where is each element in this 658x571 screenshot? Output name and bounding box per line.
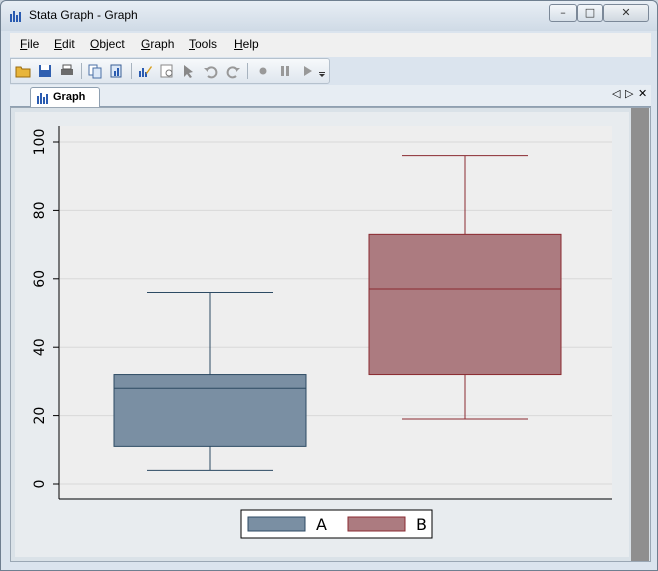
window-title: Stata Graph - Graph <box>29 8 138 22</box>
y-tick-label: 0 <box>32 480 48 489</box>
legend-swatch <box>247 516 306 532</box>
title-bar[interactable]: Stata Graph - Graph – □ ✕ <box>1 1 657 31</box>
legend: AB <box>240 509 433 539</box>
legend-label: B <box>416 515 427 534</box>
undo-icon[interactable] <box>203 63 219 79</box>
y-tick-label: 100 <box>32 129 48 156</box>
pointer-icon[interactable] <box>181 63 197 79</box>
play-icon[interactable] <box>299 63 315 79</box>
tab-graph[interactable]: Graph <box>30 87 100 108</box>
menu-help[interactable]: Help <box>234 37 259 51</box>
box-plot-chart: 020406080100 AB <box>15 112 629 557</box>
copy-icon[interactable] <box>87 63 103 79</box>
graph-window: Stata Graph - Graph – □ ✕ File Edit Obje… <box>0 0 658 571</box>
stata-graph-icon <box>10 11 21 22</box>
graph-editor-icon[interactable] <box>137 63 153 79</box>
menu-file[interactable]: File <box>20 37 39 51</box>
y-tick-label: 60 <box>32 270 48 288</box>
save-icon[interactable] <box>37 63 53 79</box>
redo-icon[interactable] <box>225 63 241 79</box>
minimize-button[interactable]: – <box>549 4 577 22</box>
y-tick-label: 40 <box>32 338 48 356</box>
toolbar <box>10 58 330 84</box>
close-button[interactable]: ✕ <box>603 4 649 22</box>
menu-object[interactable]: Object <box>90 37 125 51</box>
box-a <box>113 374 307 447</box>
overflow-icon[interactable] <box>317 63 327 79</box>
graph-tab-icon <box>37 93 48 104</box>
y-tick-label: 20 <box>32 407 48 425</box>
tab-next-icon[interactable]: ▷ <box>625 87 633 100</box>
tab-strip: Graph <box>10 85 651 108</box>
tab-close-icon[interactable]: ✕ <box>638 87 647 100</box>
menu-edit[interactable]: Edit <box>54 37 75 51</box>
box-b <box>368 233 562 376</box>
print-icon[interactable] <box>59 63 75 79</box>
record-icon[interactable] <box>255 63 271 79</box>
maximize-button[interactable]: □ <box>577 4 603 22</box>
menu-tools[interactable]: Tools <box>189 37 217 51</box>
preview-icon[interactable] <box>159 63 175 79</box>
tab-label: Graph <box>53 91 86 103</box>
tab-prev-icon[interactable]: ◁ <box>612 87 620 100</box>
pause-icon[interactable] <box>277 63 293 79</box>
open-folder-icon[interactable] <box>15 63 31 79</box>
legend-swatch <box>347 516 406 532</box>
legend-label: A <box>316 515 327 534</box>
copy-graph-icon[interactable] <box>109 63 125 79</box>
menu-bar: File Edit Object Graph Tools Help <box>10 33 651 57</box>
vertical-scrollbar[interactable] <box>631 108 649 561</box>
y-tick-label: 80 <box>32 201 48 219</box>
menu-graph[interactable]: Graph <box>141 37 174 51</box>
graph-area: 0 20 40 60 80 100 AB <box>10 107 651 562</box>
